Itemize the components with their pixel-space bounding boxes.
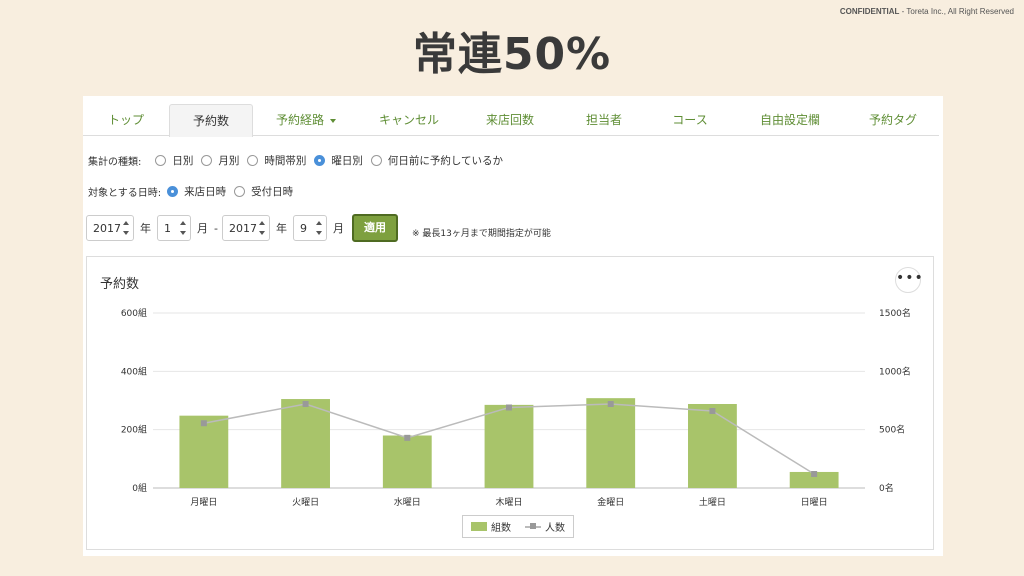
line-point — [506, 404, 512, 411]
tab-top[interactable]: トップ — [83, 104, 169, 135]
target-date-label: 対象とする日時: — [88, 188, 162, 199]
line-point — [302, 401, 309, 407]
left-tick-label: 200組 — [121, 424, 147, 436]
x-tick-label: 木曜日 — [495, 496, 522, 508]
bar — [382, 435, 432, 488]
line-point — [811, 471, 818, 477]
report-panel: トップ 予約数 予約経路 キャンセル 来店回数 担当者 コース 自由設定欄 予約… — [83, 96, 943, 556]
slide-title: 常連50% — [412, 29, 612, 80]
target-date-row: 対象とする日時: 来店日時 受付日時 — [88, 184, 301, 199]
right-tick-label: 500名 — [879, 424, 905, 436]
year-unit: 年 — [275, 222, 287, 235]
left-tick-label: 0組 — [132, 482, 147, 494]
to-month-select[interactable]: 9 — [292, 215, 327, 241]
tab-visit-count[interactable]: 来店回数 — [459, 104, 561, 135]
left-tick-label: 400組 — [121, 365, 147, 377]
confidential-notice: CONFIDENTIAL - Toreta Inc., All Right Re… — [839, 7, 1014, 16]
spinner-icon — [180, 221, 186, 235]
line-point — [200, 420, 207, 427]
radio-dot — [234, 186, 246, 197]
range-note: ※ 最長13ヶ月まで期間指定が可能 — [411, 228, 551, 239]
x-tick-label: 金曜日 — [597, 496, 624, 508]
year-unit: 年 — [140, 222, 151, 235]
tab-reservations[interactable]: 予約数 — [169, 104, 253, 137]
date-range-row: 2017 年 1 月 - 2017 年 9 月 適用 ※ 最長13ヶ月まで期間指… — [86, 214, 551, 242]
caret-down-icon — [330, 118, 336, 123]
legend-bar-swatch — [471, 522, 487, 531]
legend-label-people: 人数 — [545, 523, 565, 534]
legend-line-swatch — [525, 522, 541, 529]
x-tick-label: 土曜日 — [699, 496, 726, 508]
radio-days-before[interactable]: 何日前に予約しているか — [370, 153, 503, 168]
to-year-select[interactable]: 2017 — [221, 215, 270, 241]
radio-dot — [370, 155, 382, 166]
radio-time-slot[interactable]: 時間帯別 — [247, 153, 306, 168]
radio-monthly[interactable]: 月別 — [201, 153, 239, 168]
chart-legend: 組数 人数 — [462, 515, 574, 538]
aggregation-label: 集計の種類: — [88, 157, 142, 168]
x-tick-label: 水曜日 — [394, 496, 421, 508]
radio-dot — [247, 155, 259, 166]
bar — [281, 399, 330, 488]
line-point — [709, 408, 716, 414]
x-tick-label: 日曜日 — [801, 497, 828, 508]
range-separator: - — [214, 221, 218, 235]
tab-cancel[interactable]: キャンセル — [359, 104, 459, 135]
right-tick-label: 1000名 — [879, 365, 911, 377]
legend-label-groups: 組数 — [491, 523, 511, 534]
x-tick-label: 月曜日 — [190, 497, 217, 508]
month-unit: 月 — [332, 222, 344, 235]
radio-dot — [201, 155, 213, 166]
spinner-icon — [258, 221, 265, 235]
tab-reservation-tag[interactable]: 予約タグ — [847, 104, 939, 135]
radio-weekday[interactable]: 曜日別 — [314, 153, 363, 168]
more-horizontal-icon[interactable]: ••• — [895, 267, 923, 293]
line-point — [404, 434, 411, 441]
radio-daily[interactable]: 日別 — [155, 153, 193, 168]
tab-bar: トップ 予約数 予約経路 キャンセル 来店回数 担当者 コース 自由設定欄 予約… — [83, 104, 939, 137]
bar — [586, 398, 636, 488]
radio-visit-datetime[interactable]: 来店日時 — [167, 184, 226, 199]
from-month-select[interactable]: 1 — [157, 215, 191, 241]
radio-dot-selected — [314, 155, 326, 166]
chart-title: 予約数 — [100, 277, 140, 292]
tab-staff[interactable]: 担当者 — [561, 104, 647, 135]
apply-button[interactable]: 適用 — [351, 214, 398, 242]
tab-course[interactable]: コース — [647, 104, 733, 135]
left-tick-label: 600組 — [121, 307, 147, 319]
right-tick-label: 0名 — [879, 482, 894, 494]
right-tick-label: 1500名 — [879, 307, 911, 319]
radio-dot-selected — [167, 186, 179, 197]
radio-received-datetime[interactable]: 受付日時 — [234, 184, 293, 199]
month-unit: 月 — [197, 222, 208, 235]
radio-dot — [155, 155, 167, 166]
tab-custom-field[interactable]: 自由設定欄 — [733, 104, 847, 135]
bar — [484, 404, 534, 488]
spinner-icon — [123, 221, 129, 235]
tab-channel[interactable]: 予約経路 — [253, 104, 359, 135]
bar — [688, 404, 737, 488]
x-tick-label: 火曜日 — [292, 497, 319, 508]
line-point — [607, 401, 614, 407]
aggregation-row: 集計の種類: 日別 月別 時間帯別 曜日別 何日前に予約しているか — [88, 153, 511, 168]
chart-card: 0組 200組 400組 600組 0名 500名 1000名 1500名月曜日 火曜日 水曜日 木… — [86, 256, 934, 550]
chart-svg: 0組 200組 400組 600組 0名 500名 1000名 1500名月曜日 火曜日 水曜日 木… — [121, 307, 911, 508]
bar — [179, 415, 229, 488]
tab-channel-label: 予約経路 — [275, 113, 324, 127]
spinner-icon — [315, 221, 322, 235]
from-year-select[interactable]: 2017 — [86, 215, 134, 241]
